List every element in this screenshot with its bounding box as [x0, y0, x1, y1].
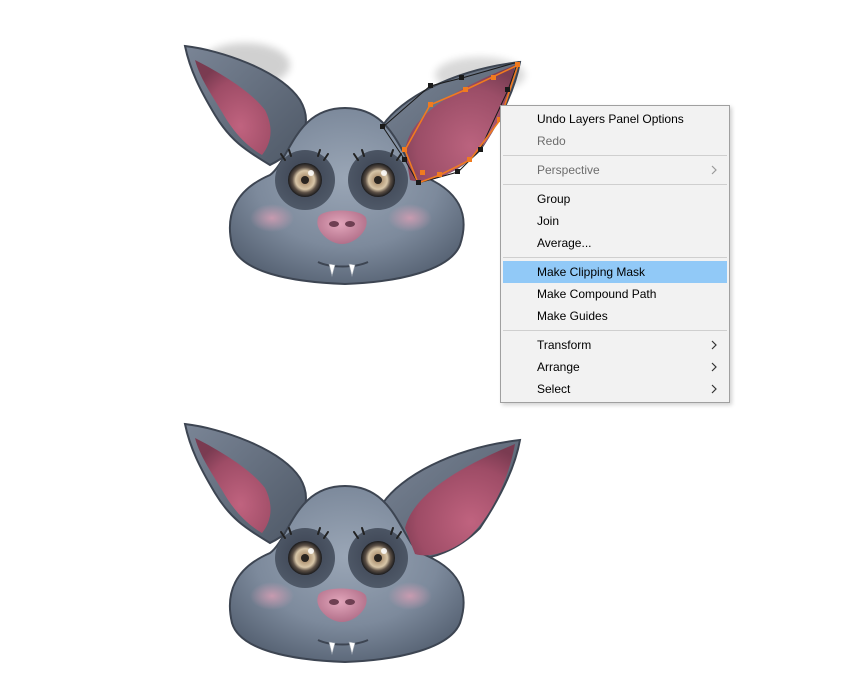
menu-separator [503, 330, 727, 331]
menu-item-arrange[interactable]: Arrange [503, 356, 727, 378]
bat-illustration-bottom[interactable] [184, 423, 521, 663]
menu-separator [503, 155, 727, 156]
menu-item-label: Redo [537, 134, 566, 148]
menu-item-average[interactable]: Average... [503, 232, 727, 254]
menu-item-label: Make Clipping Mask [537, 265, 646, 279]
menu-item-make-clipping-mask[interactable]: Make Clipping Mask [503, 261, 727, 283]
menu-item-group[interactable]: Group [503, 188, 727, 210]
menu-item-label: Join [537, 214, 560, 228]
menu-item-label: Arrange [537, 360, 580, 374]
menu-item-label: Select [537, 382, 571, 396]
menu-item-make-compound-path[interactable]: Make Compound Path [503, 283, 727, 305]
chevron-right-icon [709, 159, 719, 181]
chevron-right-icon [709, 356, 719, 378]
menu-item-label: Perspective [537, 163, 600, 177]
menu-item-undo-layers-panel-options[interactable]: Undo Layers Panel Options [503, 108, 727, 130]
menu-item-label: Make Compound Path [537, 287, 657, 301]
menu-item-select[interactable]: Select [503, 378, 727, 400]
context-menu: Undo Layers Panel Options Redo Perspecti… [500, 105, 730, 403]
menu-item-redo[interactable]: Redo [503, 130, 727, 152]
chevron-right-icon [709, 378, 719, 400]
menu-separator [503, 184, 727, 185]
menu-item-transform[interactable]: Transform [503, 334, 727, 356]
menu-item-join[interactable]: Join [503, 210, 727, 232]
menu-item-perspective[interactable]: Perspective [503, 159, 727, 181]
menu-item-make-guides[interactable]: Make Guides [503, 305, 727, 327]
bat-illustration-top[interactable] [184, 43, 525, 285]
menu-item-label: Group [537, 192, 571, 206]
menu-separator [503, 257, 727, 258]
menu-item-label: Average... [537, 236, 592, 250]
menu-item-label: Make Guides [537, 309, 608, 323]
chevron-right-icon [709, 334, 719, 356]
menu-item-label: Transform [537, 338, 592, 352]
menu-item-label: Undo Layers Panel Options [537, 112, 684, 126]
